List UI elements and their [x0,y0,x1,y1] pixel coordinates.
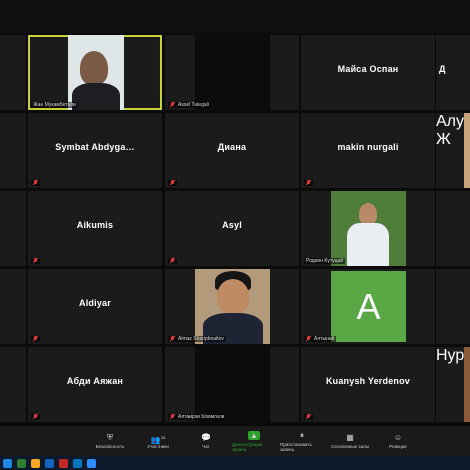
mic-muted-icon [170,414,175,420]
edge-tile-right[interactable] [436,269,470,344]
shield-icon: ⛨ [107,433,113,442]
os-taskbar [0,456,470,470]
mic-muted-icon [306,336,311,342]
participant-tile-kuanysh[interactable]: Kuanysh Yerdenov [301,347,435,422]
participant-tile-almaz[interactable]: Almaz Sharipbnaitov [165,269,299,344]
participant-tile-rodion[interactable]: Родион Күтуцай [301,191,435,266]
pdf-icon[interactable] [59,458,68,468]
edge-tile-left[interactable] [0,347,26,422]
edge-tile-left[interactable] [0,191,26,266]
participant-tile-abdi[interactable]: Абди Аяжан [28,347,162,422]
edge-tile-right[interactable]: Д [436,35,470,110]
participant-name-tag [304,180,313,186]
edge-tile-left[interactable] [0,269,26,344]
participant-name-tag: Жан Мукамбетали [31,102,78,108]
zoom-icon[interactable] [87,458,96,468]
mic-muted-icon [170,102,175,108]
participant-name: Абди Аяжан [66,376,124,386]
participant-name-tag: Алтынай [304,336,337,342]
browser-icon[interactable] [45,458,54,468]
participant-name: Диана [217,142,247,152]
pause-record-icon: ⏸ [300,430,304,440]
participant-video [195,347,270,422]
participant-name: Symbat Abdyga… [55,142,135,152]
participant-name-tag [304,414,313,420]
participant-tile-maysa[interactable]: Майса Оспан [301,35,435,110]
share-screen-icon: ▲ [248,430,260,440]
mic-muted-icon [306,414,311,420]
chat-icon: 💬 [201,433,211,442]
participant-name-tag [31,258,40,264]
avatar: A [331,271,406,342]
edge-tile-left[interactable] [0,35,26,110]
meeting-top-bar [0,0,470,33]
security-button[interactable]: ⛨ Безопасность [88,433,132,449]
participant-name: Kuanysh Yerdenov [325,376,411,386]
mic-muted-icon [33,336,38,342]
participant-tile-assel[interactable]: Assel Tulegali [165,35,299,110]
mic-muted-icon [33,180,38,186]
participant-name-tag [31,414,40,420]
mic-muted-icon [33,414,38,420]
participants-button[interactable]: 👥28 Участники [136,433,180,449]
participant-name-tag: Родион Күтуцай [304,258,346,264]
edge-tile-right[interactable] [436,191,470,266]
participant-count: 28 [160,435,166,440]
participant-video [68,35,124,110]
participant-name-tag: Almaz Sharipbnaitov [168,336,226,342]
mic-muted-icon [170,258,175,264]
start-icon[interactable] [3,458,12,468]
participant-tile-aldiyar[interactable]: Aldiyar [28,269,162,344]
participant-tile-diana[interactable]: Диана [165,113,299,188]
edge-tile-left[interactable] [0,113,26,188]
participant-name: Aldiyar [79,298,111,308]
pause-record-button[interactable]: ⏸ Приостановить запись [280,431,324,452]
participant-video [464,113,470,188]
app-icon[interactable] [17,458,26,468]
participant-tile-avatar-a[interactable]: A Алтынай [301,269,435,344]
folder-icon[interactable] [31,458,40,468]
breakout-rooms-button[interactable]: ▦ Сессионные залы [328,433,372,449]
participant-name-tag [168,258,177,264]
share-screen-button[interactable]: ▲ Демонстрация экрана [232,430,276,452]
meeting-toolbar: ⛨ Безопасность 👥28 Участники 💬 Чат ▲ Дем… [0,426,470,456]
participant-name: Майса Оспан [337,64,399,74]
participant-name: Aikumis [76,220,114,230]
participant-tile-symbat[interactable]: Symbat Abdyga… [28,113,162,188]
gallery-grid: Жан Мукамбетали Assel Tulegali Майса Осп… [0,33,470,426]
participant-name: makin nurgali [337,142,399,152]
mic-muted-icon [170,180,175,186]
mic-muted-icon [306,180,311,186]
reactions-icon: ☺ [393,433,403,442]
edge-tile-right[interactable]: Алуа Ж [436,113,470,188]
participant-tile-altair[interactable]: Алтаирзи Ызимгали [165,347,299,422]
participant-video [195,35,270,110]
participant-name-tag: Алтаирзи Ызимгали [168,414,227,420]
reactions-button[interactable]: ☺ Реакции [376,433,420,449]
mic-muted-icon [33,258,38,264]
participant-name-tag [31,180,40,186]
breakout-icon: ▦ [346,433,354,442]
chat-button[interactable]: 💬 Чат [184,433,228,449]
edge-tile-right[interactable]: Нурж [436,347,470,422]
participant-name: Д [439,64,446,74]
participant-tile-makin[interactable]: makin nurgali [301,113,435,188]
participant-video [464,347,470,422]
participants-icon: 👥28 [150,435,166,445]
participant-name-tag: Assel Tulegali [168,102,211,108]
participant-tile-asyl[interactable]: Asyl [165,191,299,266]
participant-tile-zhan[interactable]: Жан Мукамбетали [28,35,162,110]
participant-name: Asyl [222,220,242,230]
participant-name-tag [31,336,40,342]
mic-muted-icon [170,336,175,342]
participant-video [331,191,406,266]
participant-name-tag [168,180,177,186]
participant-tile-aikumis[interactable]: Aikumis [28,191,162,266]
participant-video [195,269,270,344]
word-icon[interactable] [73,458,82,468]
